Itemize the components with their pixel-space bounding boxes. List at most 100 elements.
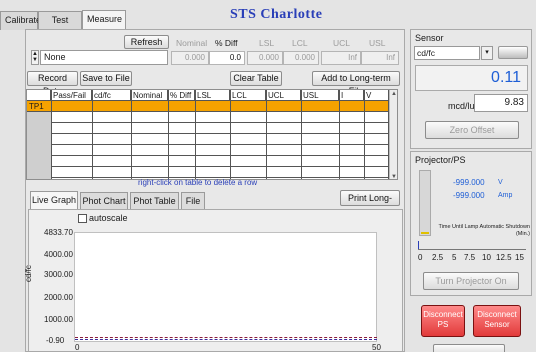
volt-unit: V (498, 179, 503, 186)
measurement-table[interactable]: Pass/Fail cd/fc Nominal % Diff LSL LCL U… (26, 89, 398, 180)
ucl-field[interactable]: Inf (321, 51, 361, 65)
tab-measure-label: Measure (87, 14, 123, 24)
x-tick-label: 50 (372, 343, 381, 352)
table-header-usl[interactable]: USL (301, 90, 339, 101)
scroll-down-icon[interactable]: ▼ (391, 174, 397, 179)
lcl-field[interactable]: 0.000 (283, 51, 319, 65)
add-long-term-button[interactable]: Add to Long-term File (312, 71, 400, 96)
record-data-button[interactable]: Record Data (27, 71, 78, 96)
table-row[interactable] (27, 112, 389, 123)
mcd-lux-value[interactable]: 9.83 (474, 94, 528, 112)
column-divider (92, 90, 93, 179)
table-header-v[interactable]: V (364, 90, 389, 101)
autoscale-label: autoscale (89, 213, 128, 223)
tab-calibrate-label: Calibrate (5, 15, 42, 25)
table-header-lcl[interactable]: LCL (230, 90, 266, 101)
table-header-i[interactable]: I (339, 90, 364, 101)
lamp-timer-label: Time Until Lamp Automatic Shutdown (Min.… (438, 224, 530, 237)
slider-tick: 7.5 (464, 253, 476, 262)
save-to-file-button[interactable]: Save to File (80, 71, 132, 86)
slider-tick: 15 (515, 253, 524, 262)
tab-file-label: File (185, 196, 201, 206)
slider-tick: 10 (482, 253, 491, 262)
bottom-partial-button[interactable] (433, 344, 505, 352)
table-row[interactable] (27, 145, 389, 156)
app-window: Calibrate Test Info Measure STS Charlott… (0, 0, 536, 352)
column-divider (230, 90, 231, 179)
y-tick-label: -0.90 (46, 336, 65, 345)
selector-stepper[interactable]: ▲ ▼ (31, 50, 39, 65)
table-row[interactable] (27, 156, 389, 167)
table-header-cd-fc[interactable]: cd/fc (92, 90, 131, 101)
tab-calibrate[interactable]: Calibrate (0, 11, 42, 30)
tab-phot-table-label: Phot Table (133, 196, 176, 206)
y-tick-label: 4000.00 (44, 250, 73, 259)
turn-projector-on-button[interactable]: Turn Projector On (423, 272, 519, 290)
tab-measure[interactable]: Measure (82, 10, 126, 30)
ucl-header: UCL (333, 38, 351, 48)
graph-trace-line-secondary (75, 339, 377, 340)
table-header-index (27, 90, 51, 101)
pct-diff-field[interactable]: 0.0 (209, 51, 245, 65)
tab-phot-table[interactable]: Phot Table (130, 192, 179, 210)
table-row[interactable] (27, 123, 389, 134)
table-scrollbar[interactable]: ▲ ▼ (389, 90, 397, 179)
zero-offset-button[interactable]: Zero Offset (425, 121, 519, 139)
nominal-field[interactable]: 0.000 (171, 51, 209, 65)
table-header-pct-diff[interactable]: % Diff (168, 90, 195, 101)
autoscale-checkbox[interactable] (78, 214, 87, 223)
tab-live-graph[interactable]: Live Graph (30, 191, 78, 210)
table-row-id: TP1 (29, 102, 44, 111)
table-row[interactable] (27, 167, 389, 178)
table-header-lsl[interactable]: LSL (195, 90, 230, 101)
column-divider (339, 90, 340, 179)
y-tick-label: 2000.00 (44, 293, 73, 302)
y-tick-label: 4833.70 (44, 228, 73, 237)
volt-value: -999.000 (453, 178, 485, 187)
sensor-unit-select[interactable]: cd/fc (414, 46, 480, 60)
disconnect-sensor-label-2: Sensor (484, 320, 510, 329)
lsl-header: LSL (259, 38, 275, 48)
column-divider (266, 90, 267, 179)
table-row[interactable] (27, 134, 389, 145)
table-header-nominal[interactable]: Nominal (131, 90, 168, 101)
row-index-gutter (27, 112, 51, 179)
usl-field[interactable]: Inf (361, 51, 399, 65)
sensor-reading: 0.11 (415, 65, 528, 91)
x-tick-label: 0 (75, 343, 80, 352)
limit-selector[interactable]: None (40, 50, 168, 65)
column-divider (301, 90, 302, 179)
slider-tick: 2.5 (432, 253, 444, 262)
clear-table-button[interactable]: Clear Table (230, 71, 282, 86)
graph-plot-area[interactable] (74, 232, 377, 342)
print-long-term-button[interactable]: Print Long-term (340, 190, 400, 217)
disconnect-ps-label-1: Disconnect (423, 310, 463, 319)
y-tick-label: 1000.00 (44, 315, 73, 324)
tab-test-info[interactable]: Test Info (38, 11, 82, 42)
table-row-selected[interactable]: TP1 (27, 101, 389, 112)
lsl-field[interactable]: 0.000 (247, 51, 283, 65)
amp-value: -999.000 (453, 191, 485, 200)
tab-file[interactable]: File (181, 192, 205, 210)
refresh-button[interactable]: Refresh (124, 35, 169, 49)
amp-unit: Amp (498, 192, 513, 199)
disconnect-ps-button[interactable]: Disconnect PS (421, 305, 465, 337)
column-divider (51, 90, 52, 179)
slider-tick: 5 (452, 253, 457, 262)
nominal-header: Nominal (176, 38, 208, 48)
lcl-header: LCL (292, 38, 308, 48)
column-divider (195, 90, 196, 179)
sensor-indicator[interactable] (498, 46, 528, 59)
disconnect-sensor-button[interactable]: Disconnect Sensor (473, 305, 521, 337)
tab-phot-chart[interactable]: Phot Chart (80, 192, 128, 210)
table-header-pass-fail[interactable]: Pass/Fail (51, 90, 92, 101)
table-header-ucl[interactable]: UCL (266, 90, 301, 101)
column-divider (131, 90, 132, 179)
timer-slider-thumb[interactable] (418, 241, 419, 249)
timer-slider-track[interactable] (418, 249, 526, 250)
slider-tick: 12.5 (496, 253, 512, 262)
chevron-down-icon[interactable]: ▾ (481, 46, 493, 60)
slider-tick: 0 (418, 253, 423, 262)
scroll-up-icon[interactable]: ▲ (391, 91, 397, 97)
tab-phot-chart-label: Phot Chart (82, 196, 126, 206)
